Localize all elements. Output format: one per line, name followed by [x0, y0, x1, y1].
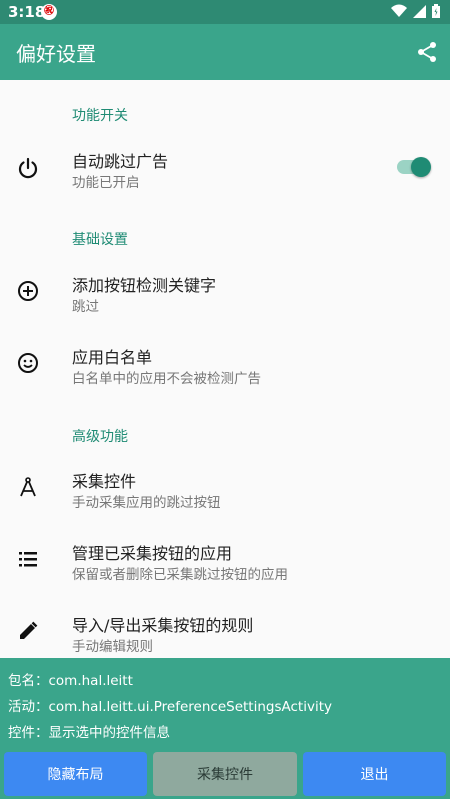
pref-summary: 手动采集应用的跳过按钮 [72, 495, 221, 511]
power-icon [18, 157, 38, 179]
exit-button[interactable]: 退出 [303, 752, 446, 796]
auto-skip-toggle[interactable] [394, 152, 431, 180]
category-header: 功能开关 [72, 108, 128, 124]
pref-collect-widget[interactable]: 采集控件 手动采集应用的跳过按钮 [0, 452, 450, 522]
category-header: 高级功能 [72, 429, 128, 445]
pref-auto-skip-ads[interactable]: 自动跳过广告 功能已开启 [0, 140, 450, 202]
pref-summary: 保留或者删除已采集跳过按钮的应用 [72, 567, 288, 583]
app-notification-icon: ㊗ [41, 4, 57, 20]
status-bar: 3:18 ㊗ [0, 0, 450, 24]
share-icon [417, 42, 436, 62]
wifi-icon [391, 4, 407, 17]
pref-summary: 手动编辑规则 [72, 639, 153, 655]
activity-info: 活动：com.hal.leitt.ui.PreferenceSettingsAc… [8, 699, 332, 715]
pref-title: 添加按钮检测关键字 [72, 276, 217, 295]
toggle-thumb [411, 157, 431, 177]
category-header: 基础设置 [72, 232, 128, 248]
edit-icon [20, 621, 38, 639]
battery-icon [432, 4, 440, 18]
pref-app-whitelist[interactable]: 应用白名单 白名单中的应用不会被检测广告 [0, 328, 450, 398]
pref-title: 导入/导出采集按钮的规则 [72, 616, 254, 635]
pref-add-keyword[interactable]: 添加按钮检测关键字 跳过 [0, 256, 450, 326]
share-button[interactable] [403, 24, 450, 80]
pref-manage-apps[interactable]: 管理已采集按钮的应用 保留或者删除已采集跳过按钮的应用 [0, 524, 450, 594]
app-bar: 偏好设置 [0, 24, 450, 80]
pref-summary: 功能已开启 [72, 175, 140, 191]
status-time: 3:18 [8, 3, 46, 21]
status-icons [391, 4, 440, 18]
add-circle-icon [18, 281, 38, 301]
hide-layout-button[interactable]: 隐藏布局 [4, 752, 147, 796]
pref-summary: 白名单中的应用不会被检测广告 [72, 371, 261, 387]
preference-list: 功能开关 自动跳过广告 功能已开启 基础设置 添加按钮检测关键字 跳过 应用白名… [0, 80, 450, 658]
package-info: 包名：com.hal.leitt [8, 673, 133, 689]
pref-summary: 跳过 [72, 299, 99, 315]
compass-icon [20, 477, 36, 497]
collect-widget-button[interactable]: 采集控件 [153, 752, 297, 796]
pref-title: 自动跳过广告 [72, 152, 169, 171]
signal-icon [413, 5, 426, 18]
page-title: 偏好设置 [16, 42, 96, 66]
smiley-icon [18, 353, 38, 373]
pref-import-export-rules[interactable]: 导入/导出采集按钮的规则 手动编辑规则 [0, 596, 450, 658]
pref-title: 管理已采集按钮的应用 [72, 544, 233, 563]
pref-title: 应用白名单 [72, 348, 153, 367]
pref-title: 采集控件 [72, 472, 137, 491]
list-icon [19, 552, 37, 567]
widget-info: 控件：显示选中的控件信息 [8, 725, 170, 741]
